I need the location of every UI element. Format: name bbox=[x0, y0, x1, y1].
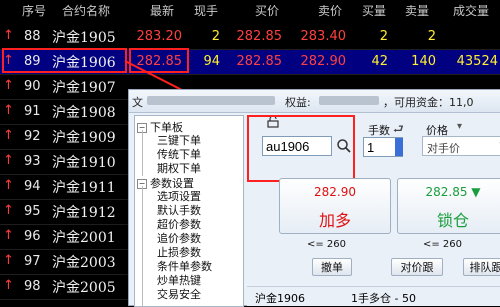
row-sv: 140 bbox=[411, 54, 436, 69]
row-contract-name: 沪金1909 bbox=[52, 130, 116, 146]
row-sv: 2 bbox=[427, 29, 436, 44]
quote-row[interactable]: ↑ 88 沪金1905 283.20 2 282.85 283.40 2 2 bbox=[0, 24, 500, 49]
row-seq: 88 bbox=[24, 29, 41, 44]
row-sell: 282.90 bbox=[300, 54, 347, 69]
row-contract-name: 沪金2001 bbox=[52, 230, 116, 246]
equity-label: 权益: bbox=[285, 96, 311, 109]
up-arrow-icon: ↑ bbox=[3, 28, 14, 43]
row-contract-name: 沪金1905 bbox=[52, 30, 116, 46]
row-seq: 96 bbox=[24, 229, 41, 244]
redacted-equity bbox=[319, 96, 379, 105]
chase-price-button[interactable]: 对价跟 bbox=[391, 258, 443, 276]
redacted-account bbox=[147, 96, 275, 105]
row-contract-name: 沪金2005 bbox=[52, 280, 116, 296]
row-contract-name: 沪金1912 bbox=[52, 205, 116, 221]
row-seq: 95 bbox=[24, 204, 41, 219]
row-contract-name: 沪金2003 bbox=[52, 255, 116, 271]
up-arrow-icon: ↑ bbox=[3, 203, 14, 218]
qty-spinner[interactable] bbox=[395, 138, 403, 156]
order-settings-tree: − 下单板 三键下单 传统下单 期权下单 − 参数设置 选项设置 默认手数 超价参数… bbox=[134, 115, 244, 307]
col-volume[interactable]: 成交量 bbox=[453, 2, 489, 19]
price-type-select[interactable]: 对手价 ▾ bbox=[422, 136, 500, 156]
col-buy-vol[interactable]: 买量 bbox=[362, 2, 386, 19]
buy-limit: <= 260 bbox=[307, 239, 347, 250]
up-arrow-icon: ↑ bbox=[3, 103, 14, 118]
row-contract-name: 沪金1908 bbox=[52, 105, 116, 121]
row-buy: 282.85 bbox=[236, 54, 283, 69]
up-arrow-icon: ↑ bbox=[3, 278, 14, 293]
lock-price: 282.85 ▼ bbox=[425, 185, 481, 199]
row-seq: 91 bbox=[24, 104, 41, 119]
col-latest[interactable]: 最新 bbox=[150, 2, 174, 19]
row-hand: 2 bbox=[211, 29, 220, 44]
row-seq: 97 bbox=[24, 254, 41, 269]
contract-highlight-box bbox=[2, 48, 127, 73]
up-arrow-icon: ↑ bbox=[3, 78, 14, 93]
lock-limit: <= 260 bbox=[423, 239, 463, 250]
row-sell: 283.40 bbox=[300, 29, 347, 44]
qty-label: 手数 bbox=[368, 124, 390, 137]
buy-price: 282.90 bbox=[314, 185, 356, 199]
col-cur-hand[interactable]: 现手 bbox=[194, 2, 218, 19]
row-seq: 93 bbox=[24, 154, 41, 169]
row-seq: 90 bbox=[24, 79, 41, 94]
buy-open-button[interactable]: 282.90 加多 bbox=[279, 178, 391, 234]
available-funds-label: ，可用资金：11,0 bbox=[383, 96, 474, 109]
window-title-prefix: 文 bbox=[132, 96, 143, 109]
buy-open-label: 加多 bbox=[318, 211, 351, 230]
lock-position-label: 锁仓 bbox=[436, 211, 469, 230]
row-seq: 94 bbox=[24, 179, 41, 194]
row-bv: 2 bbox=[379, 29, 388, 44]
row-vol: 43524 bbox=[456, 54, 498, 69]
col-buy[interactable]: 买价 bbox=[255, 2, 279, 19]
row-latest: 283.20 bbox=[136, 29, 183, 44]
quote-header: 序号 合约名称 最新 现手 买价 卖价 买量 卖量 成交量 bbox=[0, 0, 500, 21]
up-arrow-icon: ↑ bbox=[3, 128, 14, 143]
row-contract-name: 沪金1907 bbox=[52, 80, 116, 96]
col-sell-vol[interactable]: 卖量 bbox=[405, 2, 429, 19]
col-sell[interactable]: 卖价 bbox=[318, 2, 342, 19]
queue-follow-button[interactable]: 排队跟 bbox=[463, 258, 500, 276]
row-contract-name: 沪金1910 bbox=[52, 155, 116, 171]
order-window-titlebar[interactable]: 文 权益: ，可用资金：11,0 bbox=[129, 90, 500, 113]
row-contract-name: 沪金1911 bbox=[52, 180, 116, 196]
position-status-bar: 沪金1906 1手多仓 - 50 bbox=[247, 286, 500, 306]
row-buy: 282.85 bbox=[236, 29, 283, 44]
position-summary: 1手多仓 - 50 bbox=[351, 292, 416, 305]
col-contract[interactable]: 合约名称 bbox=[62, 2, 110, 19]
up-arrow-icon: ↑ bbox=[3, 253, 14, 268]
cancel-order-button[interactable]: 撤单 bbox=[312, 258, 352, 276]
up-arrow-icon: ↑ bbox=[3, 178, 14, 193]
row-hand: 94 bbox=[203, 54, 220, 69]
order-window: 文 权益: ，可用资金：11,0 − 下单板 三键下单 传统下单 期权下单 − 参数… bbox=[128, 89, 500, 307]
row-bv: 42 bbox=[371, 54, 388, 69]
position-contract: 沪金1906 bbox=[255, 292, 305, 305]
tree-item-options[interactable]: 期权下单 bbox=[157, 160, 201, 176]
up-arrow-icon: ↑ bbox=[3, 153, 14, 168]
up-arrow-icon: ↑ bbox=[3, 228, 14, 243]
lock-position-button[interactable]: 282.85 ▼ 锁仓 bbox=[397, 178, 500, 234]
code-input-highlight-box bbox=[247, 115, 355, 182]
row-seq: 92 bbox=[24, 129, 41, 144]
chevron-down-icon[interactable]: ▾ bbox=[457, 121, 462, 132]
row-seq: 98 bbox=[24, 279, 41, 294]
col-seq[interactable]: 序号 bbox=[22, 2, 46, 19]
